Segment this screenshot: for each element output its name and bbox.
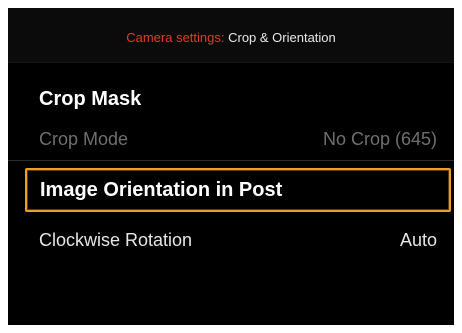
section-heading-crop-mask: Crop Mask: [39, 88, 142, 110]
crop-mode-value: No Crop (645): [322, 129, 437, 149]
section-heading-image-orientation: Image Orientation in Post: [40, 179, 283, 201]
title-prefix: Camera settings:: [126, 30, 225, 45]
clockwise-rotation-row[interactable]: Clockwise Rotation Auto: [39, 228, 437, 252]
image-orientation-heading-selected[interactable]: Image Orientation in Post: [25, 168, 451, 212]
section-divider: [8, 160, 454, 161]
page-title: Camera settings: Crop & Orientation: [8, 30, 454, 46]
crop-mode-row: Crop Mode No Crop (645): [39, 127, 437, 151]
camera-settings-screen: Camera settings: Crop & Orientation Crop…: [8, 8, 454, 325]
crop-mode-label: Crop Mode: [39, 129, 129, 149]
header-bar: Camera settings: Crop & Orientation: [8, 8, 454, 63]
clockwise-rotation-value: Auto: [399, 230, 437, 250]
clockwise-rotation-label: Clockwise Rotation: [39, 230, 193, 250]
title-suffix: Crop & Orientation: [224, 30, 336, 45]
